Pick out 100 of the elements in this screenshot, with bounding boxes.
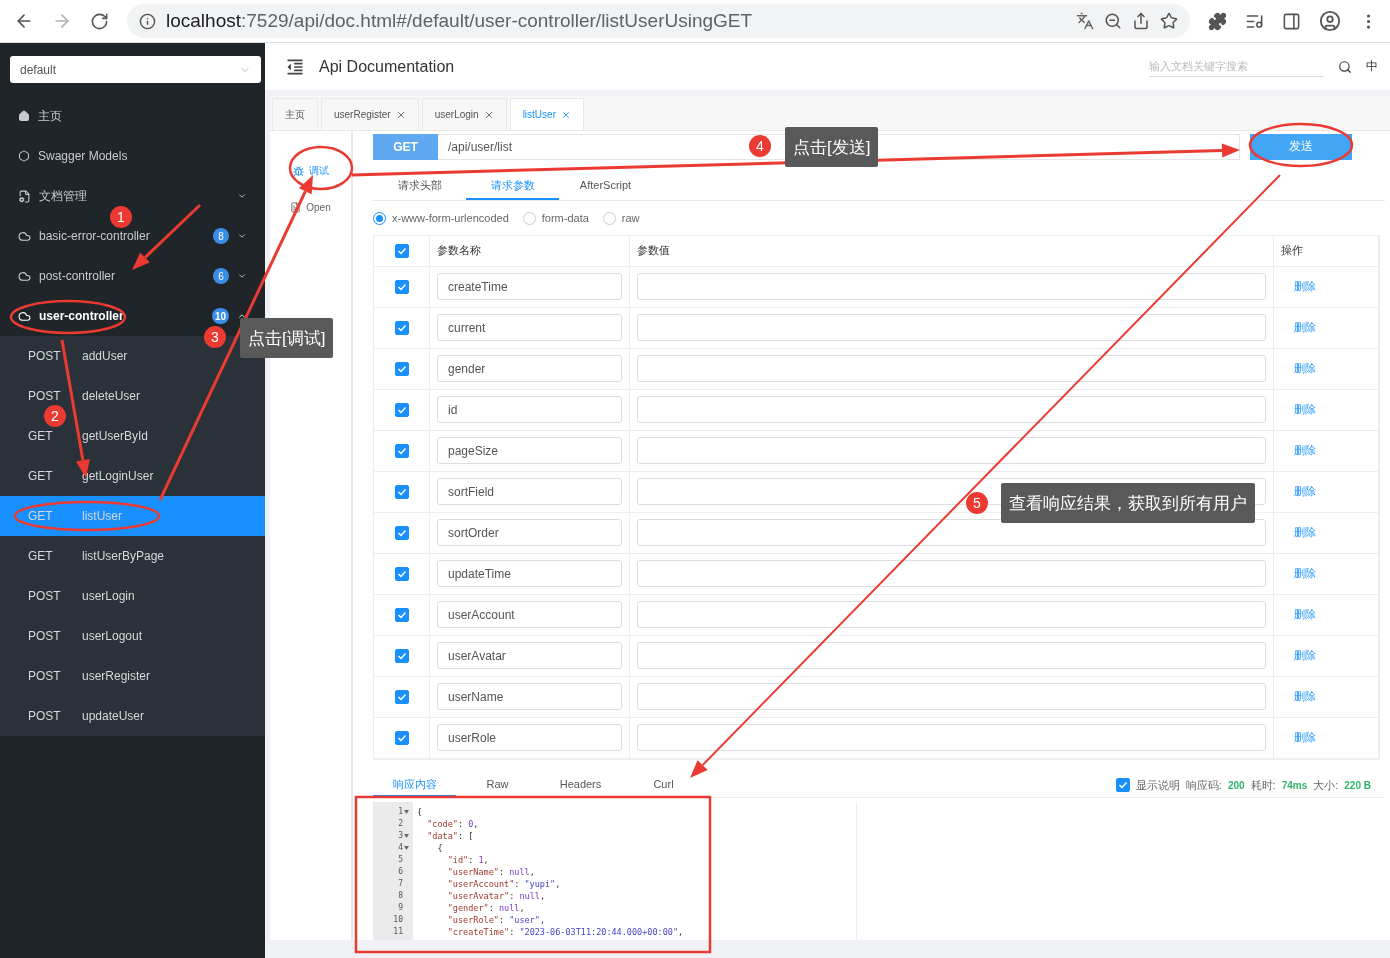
code-line: "userName": null,	[446, 865, 536, 878]
endpoint-item[interactable]: POST addUser	[28, 349, 128, 363]
reload-icon[interactable]	[90, 11, 109, 31]
code-editor[interactable]	[373, 801, 857, 940]
endpoint-item[interactable]: POST userLogin	[28, 589, 135, 603]
side-panel-icon[interactable]	[1282, 11, 1301, 31]
profile-icon[interactable]	[1319, 10, 1341, 32]
checkmark-icon	[396, 527, 407, 538]
search-icon[interactable]	[1338, 59, 1352, 74]
param-name-field[interactable]: updateTime	[437, 560, 622, 588]
sidebar-item[interactable]: basic-error-controller	[39, 229, 150, 243]
response-tab[interactable]: Curl	[622, 773, 705, 798]
line-number: 2	[398, 819, 403, 829]
param-value-field[interactable]	[637, 396, 1266, 424]
star-icon[interactable]	[1160, 12, 1178, 30]
response-tab[interactable]: Raw	[456, 773, 539, 798]
address-bar[interactable]: localhost:7529/api/doc.html#/default/user-controller/listUserUsingGET	[127, 4, 1190, 38]
endpoint-item[interactable]: POST userRegister	[28, 669, 151, 683]
method-tag: GET	[373, 134, 438, 160]
page-title: Api Documentation	[319, 57, 456, 76]
chevron-down-icon[interactable]	[237, 271, 247, 281]
sidebar-item[interactable]: 主页	[38, 109, 62, 123]
param-name-field[interactable]: userAvatar	[437, 642, 622, 670]
param-name-field[interactable]: createTime	[437, 273, 622, 301]
side-action[interactable]: Open	[284, 201, 337, 214]
param-name-field[interactable]: sortField	[437, 478, 622, 506]
chevron-up-icon[interactable]	[237, 311, 247, 321]
info-icon[interactable]	[139, 12, 156, 30]
checkmark-icon	[396, 486, 407, 497]
param-name-field[interactable]: sortOrder	[437, 519, 622, 547]
checkbox[interactable]	[394, 402, 409, 417]
param-value-field[interactable]	[637, 273, 1266, 301]
close-icon[interactable]	[560, 109, 571, 120]
endpoint-item[interactable]: GET getUserById	[28, 429, 149, 443]
param-value-field[interactable]	[637, 355, 1266, 383]
fold-caret-icon[interactable]	[404, 833, 409, 838]
param-value-field[interactable]	[637, 724, 1266, 752]
param-name-field[interactable]: current	[437, 314, 622, 342]
page-tab[interactable]: userLogin	[421, 98, 507, 130]
share-icon[interactable]	[1132, 12, 1150, 30]
checkbox[interactable]	[394, 443, 409, 458]
sidebar-item[interactable]: user-controller	[39, 309, 124, 323]
endpoint-item[interactable]: POST deleteUser	[28, 389, 141, 403]
param-value-field[interactable]	[637, 314, 1266, 342]
param-value-field[interactable]	[637, 437, 1266, 465]
checkbox[interactable]	[394, 320, 409, 335]
checkmark-icon	[396, 245, 407, 256]
close-icon[interactable]	[483, 109, 494, 120]
param-name-field[interactable]: userRole	[437, 724, 622, 752]
language-label[interactable]: 中	[1366, 58, 1378, 75]
param-name-field[interactable]: userName	[437, 683, 622, 711]
page-tab[interactable]: userRegister	[321, 98, 419, 130]
checkbox[interactable]	[1115, 778, 1130, 793]
fold-caret-icon[interactable]	[404, 809, 409, 814]
checkbox[interactable]	[394, 689, 409, 704]
zoom-out-icon[interactable]	[1104, 12, 1122, 30]
cloud-icon	[18, 309, 31, 323]
checkbox-label: 显示说明	[1135, 777, 1180, 793]
puzzle-icon[interactable]	[1208, 11, 1227, 31]
code-line: {	[436, 841, 444, 854]
checkmark-icon	[396, 281, 407, 292]
request-tab[interactable]: 请求头部	[373, 172, 466, 201]
close-icon[interactable]	[395, 109, 406, 120]
param-value-field[interactable]	[637, 642, 1266, 670]
group-select[interactable]: default	[10, 56, 261, 83]
param-value-field[interactable]	[637, 560, 1266, 588]
checkbox[interactable]	[394, 484, 409, 499]
code-line: "userAccount": "yupi",	[446, 877, 562, 890]
param-name-field[interactable]: gender	[437, 355, 622, 383]
column-header: 参数名称	[430, 235, 630, 267]
chevron-down-icon[interactable]	[237, 191, 247, 201]
param-name-field[interactable]: pageSize	[437, 437, 622, 465]
sidebar-item[interactable]: Swagger Models	[38, 149, 128, 163]
code-line: "createTime": "2023-06-03T11:20:44.000+00:00",	[446, 925, 685, 938]
highlight-ellipse	[288, 145, 354, 191]
endpoint-item[interactable]: POST userLogout	[28, 629, 143, 643]
checkbox[interactable]	[394, 607, 409, 622]
checkbox[interactable]	[394, 525, 409, 540]
checkbox[interactable]	[394, 648, 409, 663]
endpoint-item[interactable]: GET getLoginUser	[28, 469, 154, 483]
checkbox[interactable]	[394, 730, 409, 745]
request-tab[interactable]: AfterScript	[559, 172, 652, 201]
checkbox[interactable]	[394, 279, 409, 294]
param-name-field[interactable]: id	[437, 396, 622, 424]
param-value-field[interactable]	[637, 683, 1266, 711]
response-tab[interactable]: Headers	[539, 773, 622, 798]
column-header: 操作	[1274, 235, 1379, 267]
page-tab[interactable]: 主页	[272, 98, 318, 130]
checkbox[interactable]	[394, 566, 409, 581]
fold-caret-icon[interactable]	[404, 845, 409, 850]
endpoint-item[interactable]: POST updateUser	[28, 709, 145, 723]
param-value-field[interactable]	[637, 601, 1266, 629]
translate-icon[interactable]	[1076, 12, 1094, 30]
checkbox[interactable]	[394, 361, 409, 376]
chevron-down-icon[interactable]	[237, 231, 247, 241]
param-name-field[interactable]: userAccount	[437, 601, 622, 629]
sidebar-item[interactable]: 文档管理	[39, 189, 87, 203]
checkbox[interactable]	[394, 243, 409, 258]
endpoint-item[interactable]: GET listUserByPage	[28, 549, 165, 563]
sidebar-item[interactable]: post-controller	[39, 269, 116, 283]
